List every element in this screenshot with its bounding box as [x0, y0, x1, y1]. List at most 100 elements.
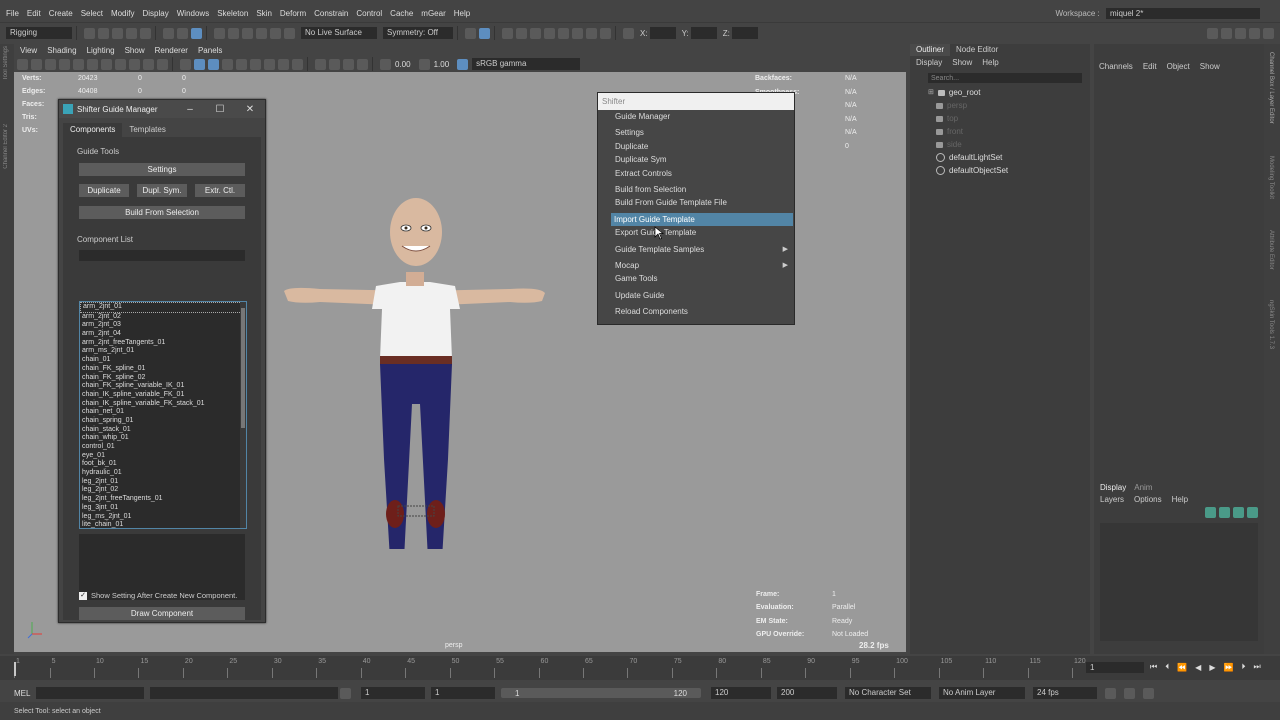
- tool-settings-tab[interactable]: Tool Settings: [3, 46, 9, 80]
- current-frame-field[interactable]: 1: [1086, 662, 1144, 673]
- grid-icon[interactable]: [87, 58, 98, 70]
- grease-pencil-icon[interactable]: [73, 58, 84, 70]
- menu-modify[interactable]: Modify: [111, 9, 135, 18]
- menu-item-mocap[interactable]: Mocap ▶: [598, 259, 794, 272]
- component-list-item[interactable]: arm_2jnt_01: [80, 302, 246, 313]
- outliner-search[interactable]: Search...: [928, 73, 1082, 83]
- history-icon[interactable]: [465, 27, 476, 39]
- preferences-icon[interactable]: [1143, 687, 1154, 699]
- menuset-dropdown[interactable]: Rigging: [6, 27, 72, 39]
- sign-in-icon[interactable]: [1207, 27, 1218, 39]
- menu-item-extract-controls[interactable]: Extract Controls: [598, 167, 794, 180]
- component-list-item[interactable]: arm_2jnt_04: [80, 330, 246, 339]
- menu-item-export-guide-template[interactable]: Export Guide Template: [598, 226, 794, 239]
- component-list[interactable]: arm_2jnt_01 arm_2jnt_02 arm_2jnt_03 arm_2jn…: [79, 301, 247, 529]
- dupl-sym-button[interactable]: Dupl. Sym.: [137, 184, 187, 197]
- gamma-value[interactable]: 1.00: [434, 60, 450, 69]
- component-list-item[interactable]: chain_IK_spline_variable_FK_stack_01: [80, 400, 246, 409]
- component-list-item[interactable]: chain_net_01: [80, 408, 246, 417]
- show-setting-checkbox-row[interactable]: ✓ Show Setting After Create New Componen…: [79, 591, 237, 600]
- component-list-scrollbar[interactable]: [240, 302, 246, 528]
- outliner-menu-display[interactable]: Display: [916, 58, 942, 67]
- step-back-frame-icon[interactable]: ⏴: [1165, 662, 1169, 672]
- component-list-item[interactable]: eye_01: [80, 452, 246, 461]
- layers-menu-options[interactable]: Options: [1134, 495, 1162, 504]
- component-list-item[interactable]: chain_01: [80, 356, 246, 365]
- tab-display-layers[interactable]: Display: [1100, 483, 1126, 492]
- play-backward-icon[interactable]: ◀: [1195, 663, 1201, 672]
- attribute-editor-tab[interactable]: Attribute Editor: [1268, 230, 1274, 270]
- wireframe-icon[interactable]: [180, 58, 191, 70]
- y-field[interactable]: [690, 27, 717, 39]
- build-from-selection-button[interactable]: Build From Selection: [79, 206, 245, 219]
- wireframe-on-shaded-icon[interactable]: [208, 58, 219, 70]
- component-filter-input[interactable]: [79, 250, 245, 261]
- menu-display[interactable]: Display: [143, 9, 169, 18]
- channel-box-tab[interactable]: Channel Box / Layer Editor: [1268, 52, 1274, 124]
- gate-mask-icon[interactable]: [129, 58, 140, 70]
- scrollbar-thumb[interactable]: [241, 308, 245, 428]
- channels-menu-channels[interactable]: Channels: [1099, 62, 1133, 71]
- play-forward-icon[interactable]: ▶: [1209, 663, 1215, 672]
- script-editor-icon[interactable]: [340, 687, 351, 699]
- xray-components-icon[interactable]: [357, 58, 368, 70]
- component-list-item[interactable]: lite_chain_01: [80, 521, 246, 528]
- exposure-value[interactable]: 0.00: [395, 60, 411, 69]
- component-list-item[interactable]: hydraulic_01: [80, 469, 246, 478]
- camera-attributes-icon[interactable]: [17, 58, 28, 70]
- component-list-item[interactable]: chain_IK_spline_variable_FK_01: [80, 391, 246, 400]
- settings-button[interactable]: Settings: [79, 163, 245, 176]
- channels-menu-object[interactable]: Object: [1167, 62, 1190, 71]
- step-forward-frame-icon[interactable]: ⏵: [1241, 662, 1245, 672]
- channels-menu-edit[interactable]: Edit: [1143, 62, 1157, 71]
- motion-blur-icon[interactable]: [278, 58, 289, 70]
- outliner-menu-show[interactable]: Show: [952, 58, 972, 67]
- anim-layer-dropdown[interactable]: No Anim Layer: [939, 687, 1025, 699]
- show-setting-checkbox[interactable]: ✓: [79, 591, 87, 600]
- attribute-editor-icon[interactable]: [1235, 27, 1246, 39]
- close-icon[interactable]: ✕: [235, 104, 265, 115]
- snap-point-icon[interactable]: [242, 27, 253, 39]
- menu-windows[interactable]: Windows: [177, 9, 209, 18]
- menu-item-import-guide-template[interactable]: Import Guide Template: [611, 212, 793, 227]
- textured-icon[interactable]: [222, 58, 233, 70]
- pause-icon[interactable]: [600, 27, 611, 39]
- move-layer-up-icon[interactable]: [1205, 506, 1216, 518]
- ambient-occlusion-icon[interactable]: [264, 58, 275, 70]
- bookmark-icon[interactable]: [31, 58, 42, 70]
- menu-skin[interactable]: Skin: [256, 9, 272, 18]
- loop-icon[interactable]: [1105, 687, 1116, 699]
- shifter-menu-title[interactable]: Shifter: [598, 93, 794, 110]
- menu-skeleton[interactable]: Skeleton: [217, 9, 248, 18]
- exposure-icon[interactable]: [380, 58, 391, 70]
- step-back-key-icon[interactable]: ⏪: [1177, 663, 1187, 672]
- snap-curve-icon[interactable]: [228, 27, 239, 39]
- character-set-dropdown[interactable]: No Character Set: [845, 687, 931, 699]
- menu-item-settings[interactable]: Settings: [598, 126, 794, 139]
- component-list-item[interactable]: arm_2jnt_02: [80, 313, 246, 322]
- select-object-icon[interactable]: [177, 27, 188, 39]
- gamma-icon[interactable]: [418, 58, 430, 70]
- render-sequence-icon[interactable]: [516, 27, 527, 39]
- component-list-item[interactable]: leg_3jnt_01: [80, 504, 246, 513]
- tool-settings-icon[interactable]: [1249, 27, 1260, 39]
- open-scene-icon[interactable]: [98, 27, 109, 39]
- menu-item-guide-template-samples[interactable]: Guide Template Samples ▶: [598, 243, 794, 256]
- range-slider[interactable]: 1 120: [501, 688, 701, 698]
- hypershade-icon[interactable]: [558, 27, 569, 39]
- transform-input-icon[interactable]: [623, 27, 634, 39]
- arnold-render-icon[interactable]: [572, 27, 583, 39]
- color-management-icon[interactable]: [457, 58, 469, 70]
- menu-mgear[interactable]: mGear: [421, 9, 445, 18]
- channel-editor-tab[interactable]: Channel Editor 2: [3, 124, 9, 169]
- component-list-item[interactable]: arm_2jnt_freeTangents_01: [80, 339, 246, 348]
- menu-create[interactable]: Create: [49, 9, 73, 18]
- menu-constrain[interactable]: Constrain: [314, 9, 348, 18]
- 2d-pan-icon[interactable]: [59, 58, 70, 70]
- playback-end-field[interactable]: 120: [711, 687, 771, 699]
- new-empty-layer-icon[interactable]: [1233, 506, 1244, 518]
- isolate-select-icon[interactable]: [315, 58, 326, 70]
- outliner-item-front[interactable]: front: [936, 125, 1090, 138]
- modeling-toolkit-tab[interactable]: Modeling Toolkit: [1268, 156, 1274, 199]
- tab-components[interactable]: Components: [63, 123, 123, 137]
